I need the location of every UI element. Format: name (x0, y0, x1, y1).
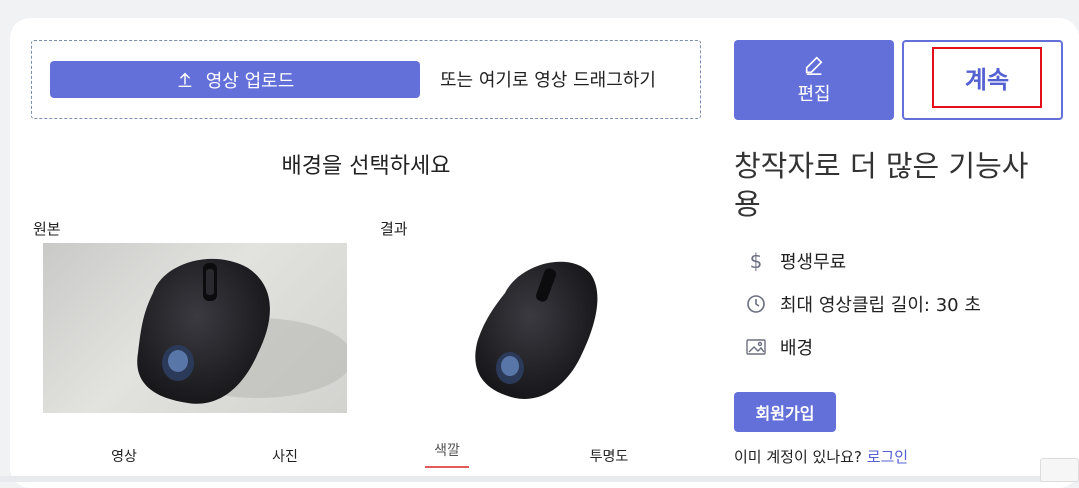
upload-icon (178, 72, 192, 87)
dollar-icon: $ (749, 249, 763, 273)
corner-widget[interactable] (1040, 458, 1079, 482)
edit-label: 편집 (797, 84, 831, 105)
upload-video-label: 영상 업로드 (205, 70, 295, 92)
pencil-icon (805, 56, 823, 75)
image-icon (746, 337, 766, 357)
feature-clip-length: 최대 영상클립 길이: 30 초 (746, 291, 981, 317)
feature-background: 배경 (746, 334, 813, 360)
active-tab-indicator (425, 466, 469, 468)
login-row: 이미 계정이 있나요? 로그인 (734, 446, 908, 467)
page-bottom-edge (0, 476, 1079, 482)
feature-free: $ 평생무료 (746, 248, 847, 274)
edit-button[interactable]: 편집 (734, 40, 894, 120)
login-prompt: 이미 계정이 있나요? (734, 448, 862, 466)
result-image (445, 243, 625, 413)
original-label: 원본 (33, 220, 61, 238)
login-link[interactable]: 로그인 (867, 448, 908, 466)
drag-drop-hint: 또는 여기로 영상 드래그하기 (440, 70, 656, 91)
tab-color[interactable]: 색깔 (407, 440, 487, 460)
feature-free-text: 평생무료 (780, 252, 847, 273)
background-title: 배경을 선택하세요 (281, 154, 451, 179)
promo-title: 창작자로 더 많은 기능사용 (734, 149, 1029, 221)
continue-button[interactable]: 계속 (902, 40, 1063, 120)
tab-photo[interactable]: 사진 (245, 446, 325, 466)
tab-video[interactable]: 영상 (84, 446, 164, 466)
continue-label: 계속 (932, 47, 1042, 108)
feature-clip-length-text: 최대 영상클립 길이: 30 초 (780, 295, 981, 316)
tab-transparency[interactable]: 투명도 (569, 446, 649, 466)
clock-icon (746, 294, 766, 314)
original-image (43, 243, 347, 413)
result-label: 결과 (380, 220, 408, 238)
signup-button[interactable]: 회원가입 (734, 392, 836, 432)
upload-video-button[interactable]: 영상 업로드 (50, 61, 420, 98)
feature-background-text: 배경 (780, 338, 814, 359)
